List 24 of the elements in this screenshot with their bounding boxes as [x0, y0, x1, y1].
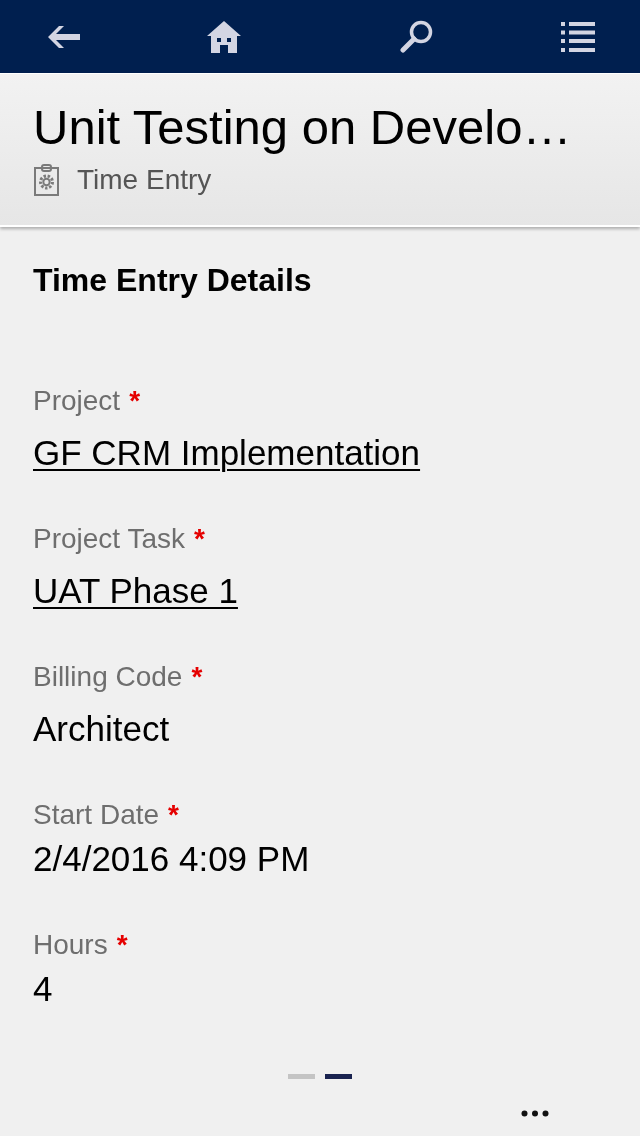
field-value: Architect	[33, 709, 170, 748]
field-value: 4	[33, 969, 53, 1008]
lookup-link[interactable]: GF CRM Implementation	[33, 433, 421, 472]
required-marker: *	[191, 660, 203, 694]
field-label: Project	[33, 384, 121, 418]
more-icon	[521, 1110, 549, 1117]
back-arrow-icon	[48, 25, 80, 48]
required-marker: *	[129, 384, 141, 418]
field-label: Hours	[33, 928, 108, 962]
field-value: 2/4/2016 4:09 PM	[33, 839, 310, 878]
field-label: Project Task	[33, 522, 185, 556]
required-marker: *	[116, 928, 128, 962]
section-title: Time Entry Details	[33, 262, 313, 298]
search-icon	[399, 20, 433, 53]
required-marker: *	[194, 522, 205, 556]
entity-type-label: Time Entry	[77, 163, 212, 197]
record-title: Unit Testing on Develo…	[33, 99, 573, 156]
required-marker: *	[168, 798, 179, 832]
field-label: Start Date	[33, 798, 160, 832]
list-icon	[561, 21, 595, 52]
home-icon	[207, 20, 241, 53]
clipboard-gear-icon	[34, 164, 59, 196]
lookup-link[interactable]: UAT Phase 1	[33, 571, 238, 610]
field-label: Billing Code	[33, 660, 183, 694]
